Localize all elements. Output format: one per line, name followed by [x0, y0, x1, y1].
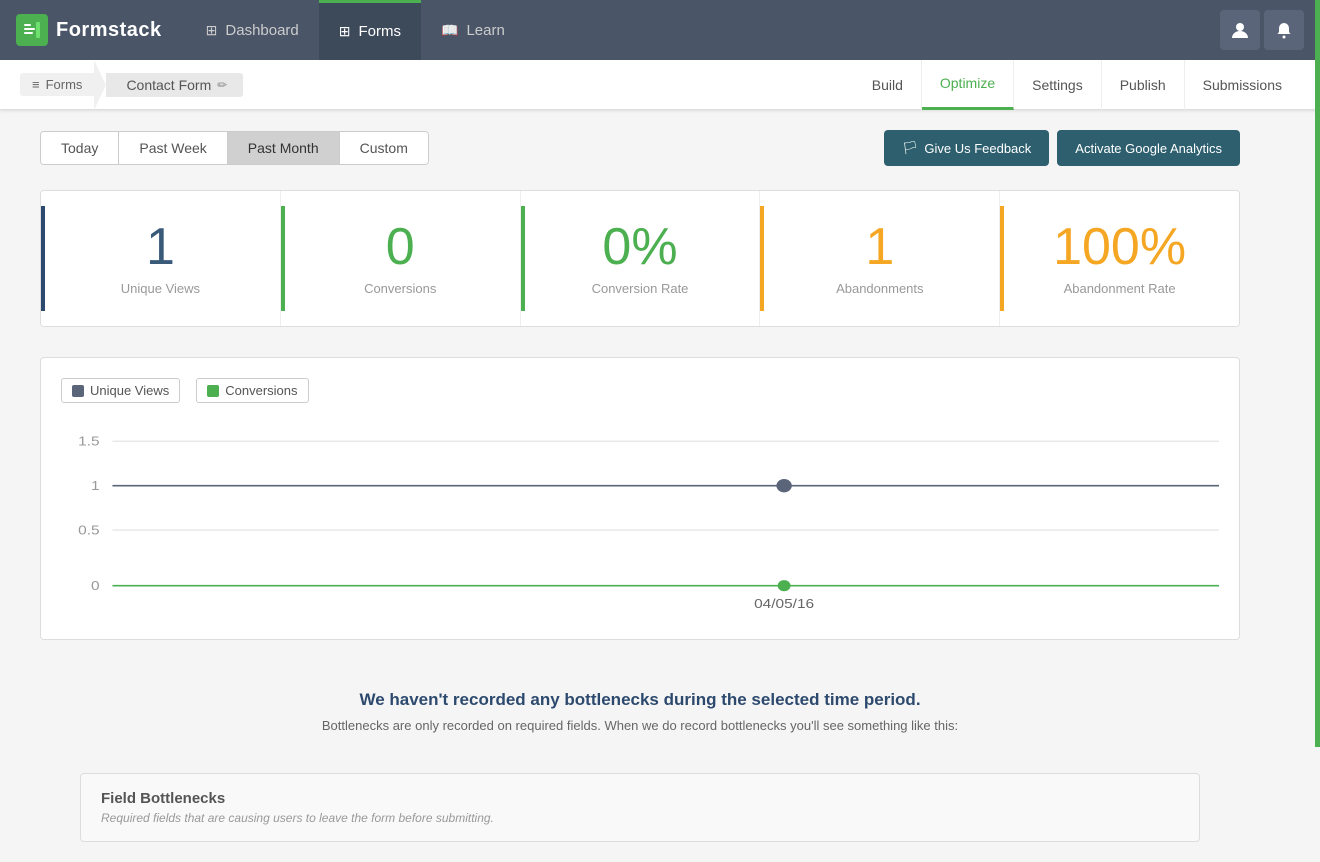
stat-conversions-value: 0: [301, 221, 500, 273]
stat-unique-views-value: 1: [61, 221, 260, 273]
nav-forms-label: Forms: [359, 23, 402, 40]
legend-conversions-label: Conversions: [225, 383, 297, 398]
stat-unique-views: 1 Unique Views: [41, 191, 280, 326]
nav-dashboard[interactable]: ⊞ Dashboard: [186, 0, 319, 60]
stat-abandonment-rate: 100% Abandonment Rate: [999, 191, 1239, 326]
dashboard-icon: ⊞: [206, 22, 218, 39]
chart-container: 1.5 1 0.5 0 04/05/16: [61, 419, 1219, 619]
feedback-button[interactable]: 🏳 Give Us Feedback: [884, 130, 1049, 166]
bottleneck-subtitle: Bottlenecks are only recorded on require…: [40, 718, 1240, 733]
stat-abandonments: 1 Abandonments: [759, 191, 999, 326]
logo-icon: [16, 14, 48, 46]
stat-conversions-label: Conversions: [301, 281, 500, 296]
filter-actions: 🏳 Give Us Feedback Activate Google Analy…: [884, 130, 1240, 166]
filter-today[interactable]: Today: [41, 132, 119, 164]
green-sidebar-bar: [1315, 0, 1320, 747]
breadcrumb: ≡ Forms Contact Form ✏: [20, 60, 243, 110]
field-bottlenecks-card: Field Bottlenecks Required fields that a…: [80, 773, 1200, 842]
svg-text:0.5: 0.5: [78, 523, 99, 538]
legend-conversions: Conversions: [196, 378, 308, 403]
nav-right: [1220, 10, 1304, 50]
filter-past-week[interactable]: Past Week: [119, 132, 227, 164]
breadcrumb-contact-form[interactable]: Contact Form ✏: [106, 73, 243, 97]
edit-icon[interactable]: ✏: [217, 78, 227, 92]
field-bottlenecks-desc: Required fields that are causing users t…: [101, 811, 1179, 825]
svg-text:0: 0: [91, 579, 100, 594]
learn-icon: 📖: [441, 22, 458, 39]
main-content: Today Past Week Past Month Custom 🏳 Give…: [0, 110, 1280, 862]
breadcrumb-separator: [94, 60, 106, 110]
stat-abandonment-rate-label: Abandonment Rate: [1020, 281, 1219, 296]
svg-text:1: 1: [91, 479, 100, 494]
bottleneck-title: We haven't recorded any bottlenecks duri…: [40, 690, 1240, 710]
stat-abandonments-label: Abandonments: [780, 281, 979, 296]
stat-abandonment-rate-value: 100%: [1020, 221, 1219, 273]
sub-nav-build[interactable]: Build: [854, 60, 922, 110]
stats-row: 1 Unique Views 0 Conversions 0% Conversi…: [40, 190, 1240, 327]
nav-dashboard-label: Dashboard: [225, 22, 298, 39]
sub-nav-submissions-label: Submissions: [1203, 77, 1282, 93]
stat-conversions: 0 Conversions: [280, 191, 520, 326]
legend-unique-views-dot: [72, 385, 84, 397]
breadcrumb-current-label: Contact Form: [126, 77, 211, 93]
nav-learn[interactable]: 📖 Learn: [421, 0, 525, 60]
chart-area: Unique Views Conversions 1.5 1 0.5 0: [40, 357, 1240, 640]
svg-text:1.5: 1.5: [78, 435, 99, 450]
top-nav: Formstack ⊞ Dashboard ⊞ Forms 📖 Learn: [0, 0, 1320, 60]
filter-past-month[interactable]: Past Month: [228, 132, 340, 164]
feedback-icon: 🏳: [902, 140, 919, 156]
sub-nav-submissions[interactable]: Submissions: [1185, 60, 1300, 110]
sub-nav-settings[interactable]: Settings: [1014, 60, 1102, 110]
nav-forms[interactable]: ⊞ Forms: [319, 0, 421, 60]
user-button[interactable]: [1220, 10, 1260, 50]
breadcrumb-forms[interactable]: ≡ Forms: [20, 73, 94, 96]
nav-items: ⊞ Dashboard ⊞ Forms 📖 Learn: [186, 0, 1220, 60]
stat-abandonments-value: 1: [780, 221, 979, 273]
legend-unique-views: Unique Views: [61, 378, 180, 403]
chart-legend: Unique Views Conversions: [61, 378, 1219, 403]
stat-conversion-rate-label: Conversion Rate: [541, 281, 740, 296]
sub-nav-links: Build Optimize Settings Publish Submissi…: [854, 60, 1300, 110]
sub-nav-settings-label: Settings: [1032, 77, 1083, 93]
field-bottlenecks-title: Field Bottlenecks: [101, 790, 1179, 807]
analytics-button[interactable]: Activate Google Analytics: [1057, 130, 1240, 166]
sub-nav-publish-label: Publish: [1120, 77, 1166, 93]
sub-nav-build-label: Build: [872, 77, 903, 93]
breadcrumb-forms-label: Forms: [46, 77, 83, 92]
stat-conversion-rate: 0% Conversion Rate: [520, 191, 760, 326]
breadcrumb-forms-icon: ≡: [32, 77, 40, 92]
filter-custom[interactable]: Custom: [340, 132, 428, 164]
filter-tabs: Today Past Week Past Month Custom: [40, 131, 429, 165]
nav-learn-label: Learn: [466, 22, 504, 39]
legend-conversions-dot: [207, 385, 219, 397]
legend-unique-views-label: Unique Views: [90, 383, 169, 398]
sub-nav-optimize-label: Optimize: [940, 75, 995, 91]
forms-icon: ⊞: [339, 23, 351, 40]
sub-nav: ≡ Forms Contact Form ✏ Build Optimize Se…: [0, 60, 1320, 110]
sub-nav-optimize[interactable]: Optimize: [922, 60, 1014, 110]
stat-unique-views-label: Unique Views: [61, 281, 260, 296]
bottleneck-section: We haven't recorded any bottlenecks duri…: [40, 670, 1240, 753]
svg-text:04/05/16: 04/05/16: [754, 597, 814, 612]
chart-svg: 1.5 1 0.5 0 04/05/16: [61, 419, 1219, 619]
stat-conversion-rate-value: 0%: [541, 221, 740, 273]
logo-text: Formstack: [56, 19, 162, 42]
sub-nav-publish[interactable]: Publish: [1102, 60, 1185, 110]
filter-bar: Today Past Week Past Month Custom 🏳 Give…: [40, 130, 1240, 166]
logo: Formstack: [16, 14, 162, 46]
notification-button[interactable]: [1264, 10, 1304, 50]
